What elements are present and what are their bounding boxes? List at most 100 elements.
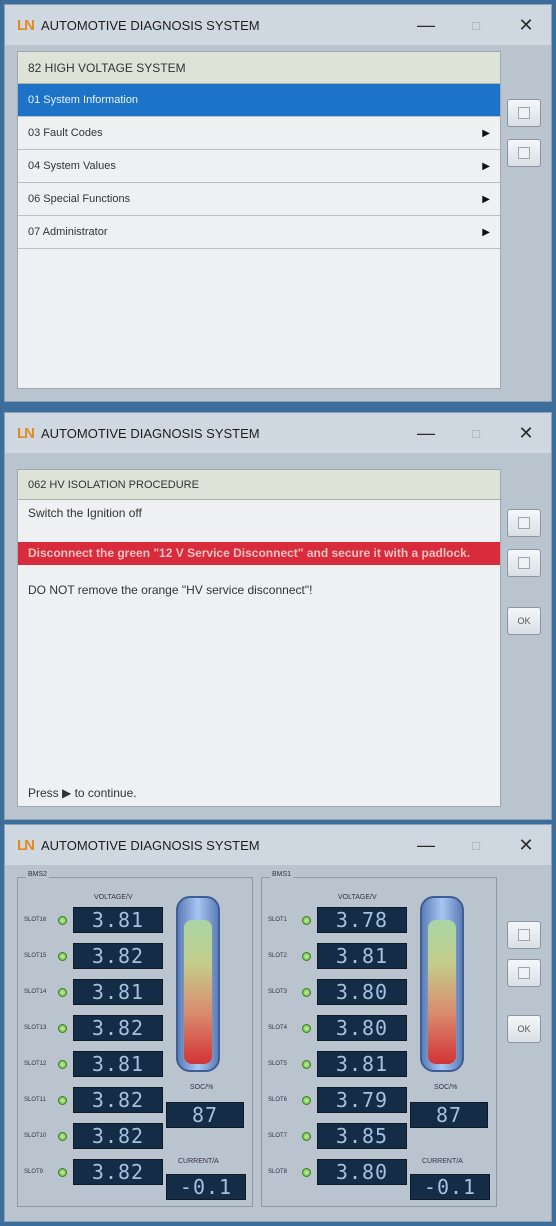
- down-button[interactable]: [507, 959, 541, 987]
- cell-voltage-display: 3.82: [73, 1123, 163, 1149]
- down-button[interactable]: [507, 549, 541, 577]
- bms-group-right: BMS1 VOLTAGE/V SLOT1 3.78 SLOT2 3.81 SLOT3…: [261, 871, 497, 1207]
- up-button[interactable]: [507, 509, 541, 537]
- minimize-button[interactable]: —: [401, 15, 451, 36]
- status-led-icon: [58, 1131, 67, 1141]
- cell-voltage-display: 3.82: [73, 943, 163, 969]
- status-led-icon: [58, 951, 67, 961]
- ok-button[interactable]: OK: [507, 1015, 541, 1043]
- cell-row: SLOT15 3.82: [24, 942, 170, 970]
- menu-header: 82 HIGH VOLTAGE SYSTEM: [18, 52, 500, 84]
- status-led-icon: [58, 1095, 67, 1105]
- bms-title: BMS2: [26, 871, 50, 878]
- minimize-button[interactable]: —: [401, 423, 451, 444]
- procedure-warning: Disconnect the green "12 V Service Disco…: [18, 542, 500, 565]
- chevron-right-icon: ▶: [482, 226, 490, 238]
- up-button[interactable]: [507, 921, 541, 949]
- app-logo-icon: LN: [17, 16, 35, 34]
- cell-row: SLOT10 3.82: [24, 1122, 170, 1150]
- title-bar[interactable]: LN AUTOMOTIVE DIAGNOSIS SYSTEM — □ ✕: [5, 5, 551, 45]
- menu-item-administrator[interactable]: 07 Administrator ▶: [18, 216, 500, 249]
- soc-label: SOC/%: [434, 1084, 458, 1091]
- maximize-button[interactable]: □: [451, 426, 501, 441]
- menu-item-label: 01 System Information: [28, 94, 139, 106]
- status-led-icon: [302, 915, 311, 925]
- cell-row: SLOT11 3.82: [24, 1086, 170, 1114]
- slot-label: SLOT9: [24, 1169, 44, 1175]
- cell-voltage-display: 3.80: [317, 1015, 407, 1041]
- cell-row: SLOT1 3.78: [268, 906, 414, 934]
- close-button[interactable]: ✕: [501, 835, 551, 856]
- cell-row: SLOT2 3.81: [268, 942, 414, 970]
- menu-item-label: 07 Administrator: [28, 226, 108, 238]
- cell-voltage-display: 3.80: [317, 1159, 407, 1185]
- cell-row: SLOT5 3.81: [268, 1050, 414, 1078]
- status-led-icon: [58, 915, 67, 925]
- close-button[interactable]: ✕: [501, 15, 551, 36]
- menu-item-special-functions[interactable]: 06 Special Functions ▶: [18, 183, 500, 216]
- cell-voltage-display: 3.85: [317, 1123, 407, 1149]
- bms-panel: BMS2 VOLTAGE/V SLOT16 3.81 SLOT15 3.82 SLO…: [17, 871, 501, 1213]
- cell-row: SLOT16 3.81: [24, 906, 170, 934]
- bms-window: LN AUTOMOTIVE DIAGNOSIS SYSTEM — □ ✕ BMS…: [4, 824, 552, 1222]
- window-title: AUTOMOTIVE DIAGNOSIS SYSTEM: [41, 17, 260, 33]
- main-menu-window: LN AUTOMOTIVE DIAGNOSIS SYSTEM — □ ✕ 82 …: [4, 4, 552, 402]
- menu-item-system-values[interactable]: 04 System Values ▶: [18, 150, 500, 183]
- soc-gauge-fill: [428, 920, 456, 1064]
- title-bar[interactable]: LN AUTOMOTIVE DIAGNOSIS SYSTEM — □ ✕: [5, 825, 551, 865]
- cell-row: SLOT4 3.80: [268, 1014, 414, 1042]
- down-button[interactable]: [507, 139, 541, 167]
- slot-label: SLOT1: [268, 917, 288, 923]
- procedure-note: DO NOT remove the orange "HV service dis…: [28, 583, 313, 597]
- window-title: AUTOMOTIVE DIAGNOSIS SYSTEM: [41, 425, 260, 441]
- cell-voltage-display: 3.82: [73, 1159, 163, 1185]
- status-led-icon: [302, 987, 311, 997]
- slot-label: SLOT11: [24, 1097, 46, 1103]
- cell-row: SLOT14 3.81: [24, 978, 170, 1006]
- up-icon: [518, 929, 530, 941]
- soc-gauge: [176, 896, 220, 1072]
- maximize-button[interactable]: □: [451, 838, 501, 853]
- slot-label: SLOT2: [268, 953, 288, 959]
- cell-voltage-display: 3.82: [73, 1015, 163, 1041]
- chevron-right-icon: ▶: [482, 127, 490, 139]
- cell-voltage-display: 3.81: [317, 1051, 407, 1077]
- minimize-button[interactable]: —: [401, 835, 451, 856]
- cell-row: SLOT3 3.80: [268, 978, 414, 1006]
- side-button-panel: OK: [507, 871, 543, 1209]
- cell-row: SLOT9 3.82: [24, 1158, 170, 1186]
- procedure-panel: 062 HV ISOLATION PROCEDURE Switch the Ig…: [17, 469, 501, 807]
- bms-title: BMS1: [270, 871, 294, 878]
- cell-voltage-display: 3.81: [317, 943, 407, 969]
- soc-label: SOC/%: [190, 1084, 214, 1091]
- menu-item-fault-codes[interactable]: 03 Fault Codes ▶: [18, 117, 500, 150]
- slot-label: SLOT16: [24, 917, 47, 923]
- slot-label: SLOT6: [268, 1097, 288, 1103]
- down-icon: [518, 557, 530, 569]
- maximize-button[interactable]: □: [451, 18, 501, 33]
- down-icon: [518, 147, 530, 159]
- status-led-icon: [58, 1059, 67, 1069]
- cell-voltage-display: 3.82: [73, 1087, 163, 1113]
- status-led-icon: [302, 1131, 311, 1141]
- status-led-icon: [302, 1167, 311, 1177]
- chevron-right-icon: ▶: [482, 193, 490, 205]
- status-led-icon: [58, 1023, 67, 1033]
- slot-label: SLOT5: [268, 1061, 288, 1067]
- up-button[interactable]: [507, 99, 541, 127]
- ok-button[interactable]: OK: [507, 607, 541, 635]
- cell-voltage-display: 3.79: [317, 1087, 407, 1113]
- menu-item-system-information[interactable]: 01 System Information: [18, 84, 500, 117]
- cell-row: SLOT13 3.82: [24, 1014, 170, 1042]
- procedure-header: 062 HV ISOLATION PROCEDURE: [18, 470, 500, 500]
- slot-label: SLOT10: [24, 1133, 47, 1139]
- app-logo-icon: LN: [17, 424, 35, 442]
- current-display: -0.1: [410, 1174, 490, 1200]
- app-logo-icon: LN: [17, 836, 35, 854]
- title-bar[interactable]: LN AUTOMOTIVE DIAGNOSIS SYSTEM — □ ✕: [5, 413, 551, 453]
- status-led-icon: [58, 987, 67, 997]
- slot-label: SLOT7: [268, 1133, 288, 1139]
- voltage-header: VOLTAGE/V: [94, 894, 133, 901]
- chevron-right-icon: ▶: [482, 160, 490, 172]
- close-button[interactable]: ✕: [501, 423, 551, 444]
